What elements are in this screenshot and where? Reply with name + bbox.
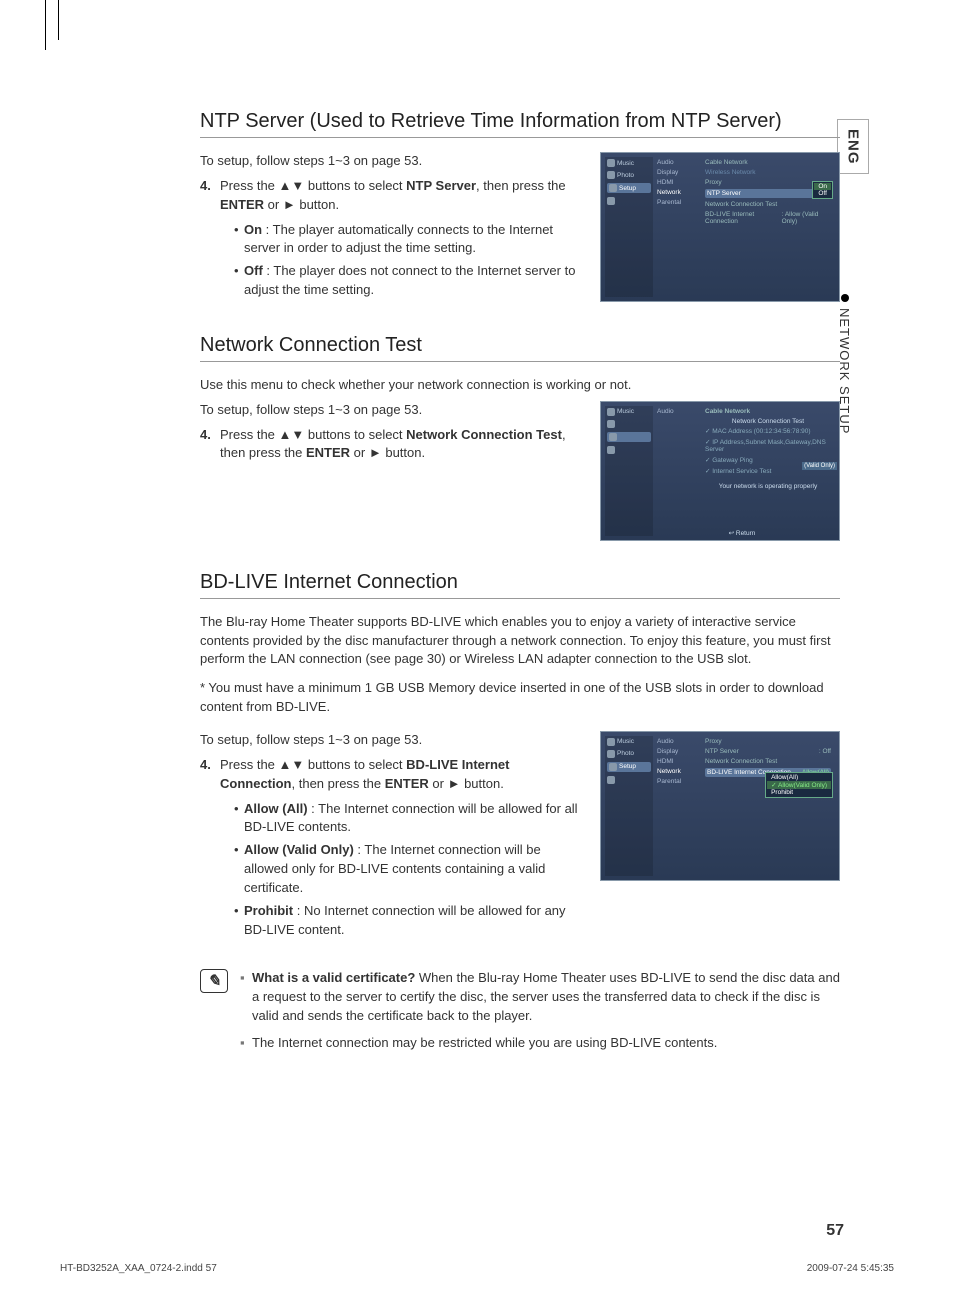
s1-intro: To setup, follow steps 1~3 on page 53. bbox=[200, 152, 586, 171]
s3-p2: * You must have a minimum 1 GB USB Memor… bbox=[200, 679, 840, 717]
gear-icon bbox=[609, 433, 617, 441]
bullet-icon bbox=[841, 294, 849, 302]
dropdown-bdlive: Allow(All) ✓ Allow(Valid Only) Prohibit bbox=[765, 772, 833, 798]
disc-icon bbox=[607, 446, 615, 454]
photo-icon bbox=[607, 171, 615, 179]
osd-screenshot-ntp: Music Photo Setup Audio Display HDMI Net… bbox=[600, 152, 840, 302]
s2-step: Press the ▲▼ buttons to select Network C… bbox=[220, 426, 586, 464]
footer-timestamp: 2009-07-24 5:45:35 bbox=[807, 1263, 894, 1274]
section-title-nct: Network Connection Test bbox=[200, 334, 840, 362]
disc-icon bbox=[607, 197, 615, 205]
photo-icon bbox=[607, 420, 615, 428]
side-tab: ENG NETWORK SETUP bbox=[837, 119, 869, 439]
s2-setup: To setup, follow steps 1~3 on page 53. bbox=[200, 401, 586, 420]
s1-step: Press the ▲▼ buttons to select NTP Serve… bbox=[220, 177, 586, 304]
note-box: ✎ ▪What is a valid certificate? When the… bbox=[200, 969, 840, 1060]
s3-p1: The Blu-ray Home Theater supports BD-LIV… bbox=[200, 613, 840, 670]
photo-icon bbox=[607, 750, 615, 758]
language-badge: ENG bbox=[837, 119, 869, 174]
step-number: 4. bbox=[200, 426, 220, 464]
disc-icon bbox=[607, 776, 615, 784]
s2-intro: Use this menu to check whether your netw… bbox=[200, 376, 840, 395]
music-icon bbox=[607, 408, 615, 416]
right-glyph: ► bbox=[283, 197, 296, 212]
section-title-bdlive: BD-LIVE Internet Connection bbox=[200, 571, 840, 599]
step-number: 4. bbox=[200, 756, 220, 944]
note-icon: ✎ bbox=[200, 969, 228, 993]
osd-screenshot-bdlive: Music Photo Setup Audio Display HDMI Net… bbox=[600, 731, 840, 881]
page-content: NTP Server (Used to Retrieve Time Inform… bbox=[200, 110, 840, 1061]
gear-icon bbox=[609, 184, 617, 192]
step-number: 4. bbox=[200, 177, 220, 304]
dropdown-ntp: On Off bbox=[812, 181, 833, 199]
music-icon bbox=[607, 159, 615, 167]
section-title-ntp: NTP Server (Used to Retrieve Time Inform… bbox=[200, 110, 840, 138]
footer-file: HT-BD3252A_XAA_0724-2.indd 57 bbox=[60, 1263, 217, 1274]
updown-glyph: ▲▼ bbox=[279, 178, 305, 193]
s3-setup: To setup, follow steps 1~3 on page 53. bbox=[200, 731, 586, 750]
osd-screenshot-nct: Music Audio Cable Network Network Connec… bbox=[600, 401, 840, 541]
page-number: 57 bbox=[826, 1222, 844, 1240]
s3-step: Press the ▲▼ buttons to select BD-LIVE I… bbox=[220, 756, 586, 944]
return-icon: ↩ bbox=[729, 530, 736, 537]
gear-icon bbox=[609, 763, 617, 771]
music-icon bbox=[607, 738, 615, 746]
